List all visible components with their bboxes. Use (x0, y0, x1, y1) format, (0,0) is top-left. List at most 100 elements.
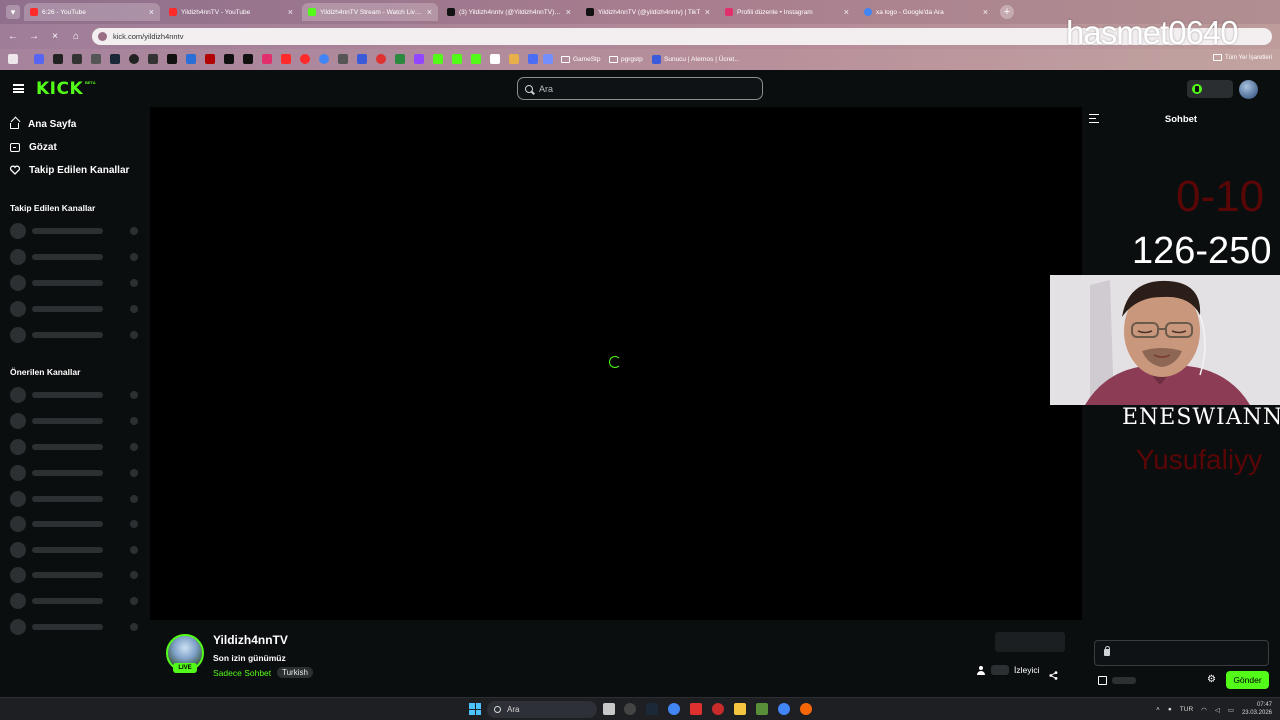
bookmark-icon[interactable] (91, 54, 101, 64)
all-bookmarks-label: Tüm Yer İşaretleri (1224, 54, 1272, 61)
close-icon[interactable]: × (149, 7, 154, 17)
video-player[interactable] (150, 107, 1082, 620)
volume-icon[interactable]: ◁ (1215, 706, 1220, 714)
language-indicator[interactable]: TUR (1180, 706, 1193, 713)
discord-icon[interactable] (34, 54, 44, 64)
bookmark-icon[interactable] (490, 54, 500, 64)
bookmark-icon[interactable] (376, 54, 386, 64)
search-input[interactable] (539, 83, 739, 94)
chat-input[interactable] (1094, 640, 1269, 666)
bookmark-icon[interactable] (357, 54, 367, 64)
stop-loading-icon[interactable]: × (48, 30, 62, 44)
bookmark-icon[interactable] (53, 54, 63, 64)
chrome-icon[interactable] (778, 703, 790, 715)
sidebar-item-home[interactable]: Ana Sayfa (10, 115, 76, 133)
taskbar-app-icon[interactable] (624, 703, 636, 715)
site-info-icon[interactable] (98, 32, 107, 41)
twitch-icon[interactable] (414, 54, 424, 64)
follow-button-skeleton (995, 632, 1065, 652)
tab-search-icon[interactable]: ▾ (6, 5, 20, 19)
channel-name[interactable]: Yildizh4nnTV (213, 633, 288, 647)
browser-tab[interactable]: 6:26 - YouTube × (24, 3, 160, 21)
microphone-icon[interactable]: ● (1168, 706, 1172, 713)
tab-label: xa logo - Google'da Ara (876, 8, 944, 16)
file-explorer-icon[interactable] (734, 703, 746, 715)
channel-skeleton (10, 275, 140, 291)
language-tag[interactable]: Turkish (277, 667, 313, 678)
forward-icon[interactable]: → (27, 30, 41, 44)
channel-skeleton (10, 327, 140, 343)
bookmark-icon[interactable] (148, 54, 158, 64)
channel-skeleton (10, 465, 140, 481)
bookmark-icon[interactable] (338, 54, 348, 64)
bookmark-icon[interactable] (129, 54, 139, 64)
chrome-icon[interactable] (668, 703, 680, 715)
kick-icon[interactable] (471, 54, 481, 64)
gift-icon[interactable] (1098, 676, 1107, 685)
browser-tab-active[interactable]: Yildizh4nnTV Stream - Watch Live on × (302, 3, 438, 21)
clock[interactable]: 07:47 23.03.2026 (1242, 702, 1272, 717)
instagram-icon[interactable] (262, 54, 272, 64)
browser-tab[interactable]: xa logo - Google'da Ara × (858, 3, 994, 21)
bookmark-icon[interactable] (167, 54, 177, 64)
close-icon[interactable]: × (983, 7, 988, 17)
close-icon[interactable]: × (566, 7, 571, 17)
browser-tab[interactable]: Profili düzenle • Instagram × (719, 3, 855, 21)
bookmark-icon[interactable] (72, 54, 82, 64)
home-button-icon[interactable]: ⌂ (69, 30, 83, 44)
user-status-pill[interactable] (1187, 80, 1233, 98)
kick-icon (308, 8, 316, 16)
taskbar-search[interactable]: Ara (487, 701, 597, 718)
browser-tab[interactable]: (3) Yildizh4nntv (@Yildizh4nnTV) / X × (441, 3, 577, 21)
kick-logo[interactable]: KICK (36, 79, 83, 99)
bookmark-folder[interactable]: pgrgstp (609, 54, 643, 65)
close-icon[interactable]: × (705, 7, 710, 17)
taskbar-app-icon[interactable] (690, 703, 702, 715)
share-icon[interactable] (1049, 667, 1058, 680)
bookmark-icon[interactable] (205, 54, 215, 64)
steam-icon[interactable] (646, 703, 658, 715)
taskbar-app-icon[interactable] (800, 703, 812, 715)
bookmark-icon[interactable] (300, 54, 310, 64)
bookmark-icon[interactable] (528, 54, 538, 64)
steam-icon[interactable] (110, 54, 120, 64)
close-icon[interactable]: × (427, 7, 432, 17)
apps-icon[interactable] (8, 54, 18, 64)
google-icon[interactable] (319, 54, 329, 64)
new-tab-button[interactable]: + (1000, 5, 1014, 19)
sidebar-item-browse[interactable]: Gözat (10, 138, 57, 156)
task-view-icon[interactable] (603, 703, 615, 715)
wifi-icon[interactable]: ◠ (1201, 706, 1207, 714)
viewer-count: İzleyici (977, 665, 1040, 675)
avatar[interactable] (1239, 80, 1258, 99)
bookmark-folder[interactable]: GameStp (561, 54, 600, 65)
bookmark-icon[interactable] (186, 54, 196, 64)
battery-icon[interactable]: ▭ (1228, 706, 1234, 714)
back-icon[interactable]: ← (6, 30, 20, 44)
windows-start-icon[interactable] (469, 703, 481, 715)
close-icon[interactable]: × (844, 7, 849, 17)
youtube-icon[interactable] (281, 54, 291, 64)
gear-icon[interactable]: ⚙ (1207, 675, 1217, 685)
all-bookmarks[interactable]: Tüm Yer İşaretleri (1212, 54, 1272, 61)
opera-icon[interactable] (712, 703, 724, 715)
kick-icon[interactable] (433, 54, 443, 64)
browser-tab[interactable]: Yildizh4nnTV - YouTube × (163, 3, 299, 21)
send-button[interactable]: Gönder (1226, 671, 1269, 689)
close-icon[interactable]: × (288, 7, 293, 17)
kick-icon[interactable] (452, 54, 462, 64)
chevron-up-icon[interactable]: ˄ (1156, 706, 1160, 713)
sidebar-item-label: Takip Edilen Kanallar (29, 164, 130, 176)
bookmark-icon[interactable] (509, 54, 519, 64)
bookmark-link[interactable]: Sunucu | Aternos | Ücret... (652, 54, 740, 65)
minecraft-icon[interactable] (756, 703, 768, 715)
menu-icon[interactable] (13, 84, 24, 93)
chat-mode-tag[interactable]: Sadece Sohbet (213, 668, 271, 678)
bookmark-icon[interactable] (543, 54, 553, 64)
tiktok-icon[interactable] (243, 54, 253, 64)
bookmark-icon[interactable] (395, 54, 405, 64)
search-box[interactable] (517, 77, 763, 100)
sidebar-item-following[interactable]: Takip Edilen Kanallar (10, 161, 129, 179)
x-icon[interactable] (224, 54, 234, 64)
browser-tab[interactable]: Yildizh4nnTV (@yildizh4nntv) | TikT × (580, 3, 716, 21)
